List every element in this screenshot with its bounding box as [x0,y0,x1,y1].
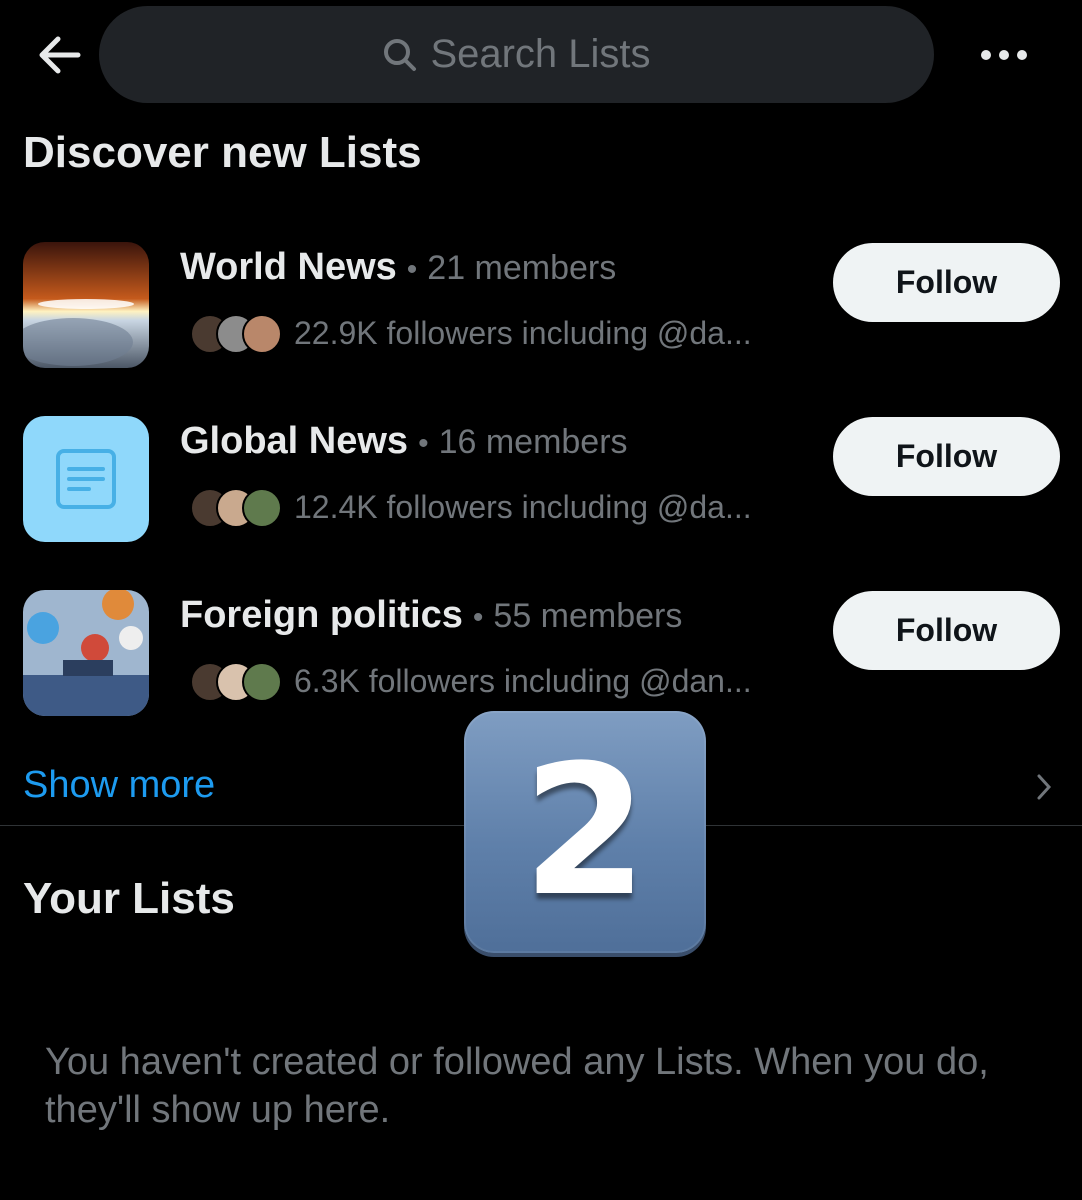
member-count: 55 members [493,597,683,635]
follow-button[interactable]: Follow [833,417,1060,496]
followers-count: 22.9K followers including @da... [294,314,752,351]
list-thumbnail [23,416,149,542]
search-icon [384,38,417,71]
number-badge: 2 [464,711,706,953]
your-lists-title: Your Lists [23,874,235,923]
follower-avatars [190,487,286,528]
list-thumbnail [23,590,149,716]
document-icon [56,449,116,509]
more-button[interactable] [976,35,1032,75]
followers-count: 12.4K followers including @da... [294,488,752,525]
search-placeholder: Search Lists [430,32,651,76]
more-horizontal-icon [981,50,1027,60]
badge-number: 2 [522,727,648,936]
list-name: Foreign politics [180,594,463,636]
avatar [242,662,282,702]
show-more-link[interactable]: Show more [23,764,215,807]
follow-button[interactable]: Follow [833,243,1060,322]
list-item[interactable]: Global News • 16 members 12.4K followers i… [0,416,1082,546]
separator-dot: • [472,601,484,634]
list-item[interactable]: Foreign politics • 55 members 6.3K followe… [0,590,1082,720]
followers-count: 6.3K followers including @dan... [294,662,752,699]
list-name: Global News [180,420,409,462]
follower-avatars [190,313,286,354]
arrow-left-icon [39,36,81,74]
avatar [242,488,282,528]
top-bar: Search Lists [0,0,1082,110]
list-name: World News [180,246,397,288]
list-thumbnail [23,242,149,368]
follow-button[interactable]: Follow [833,591,1060,670]
member-count: 16 members [438,423,628,461]
search-input[interactable]: Search Lists [99,6,934,103]
avatar [242,314,282,354]
empty-state-message: You haven't created or followed any List… [45,1041,989,1131]
follower-avatars [190,661,286,702]
chevron-right-icon[interactable] [1034,772,1054,802]
separator-dot: • [418,427,429,460]
separator-dot: • [406,253,418,286]
discover-title: Discover new Lists [23,128,422,177]
back-button[interactable] [34,30,84,80]
list-item[interactable]: World News • 21 members 22.9K followers in… [0,242,1082,372]
member-count: 21 members [427,249,617,287]
